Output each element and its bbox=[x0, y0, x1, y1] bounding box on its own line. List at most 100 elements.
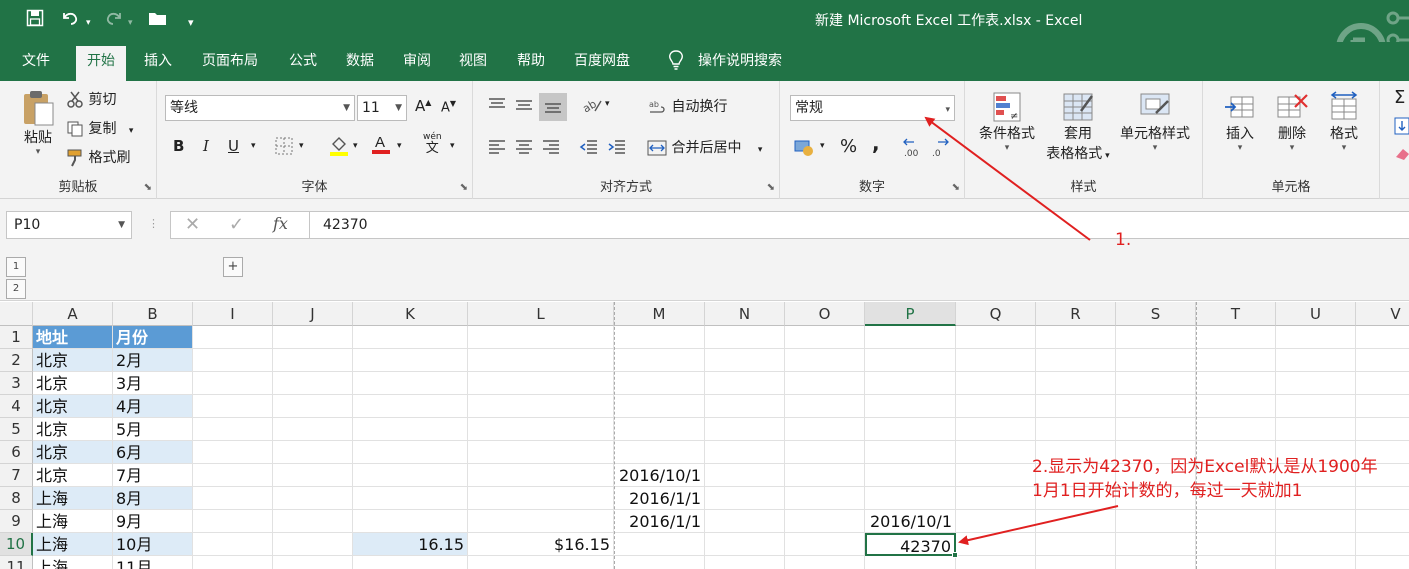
cell-k1[interactable] bbox=[353, 326, 468, 349]
cell-u9[interactable] bbox=[1276, 510, 1356, 533]
cell-s11[interactable] bbox=[1116, 556, 1196, 569]
cell-q9[interactable] bbox=[956, 510, 1036, 533]
cell-u1[interactable] bbox=[1276, 326, 1356, 349]
cell-i6[interactable] bbox=[193, 441, 273, 464]
insert-cells-button[interactable]: 插入 ▾ bbox=[1217, 91, 1263, 153]
cell-i3[interactable] bbox=[193, 372, 273, 395]
cell-j8[interactable] bbox=[273, 487, 353, 510]
decrease-indent-icon[interactable] bbox=[579, 137, 599, 161]
cell-j10[interactable] bbox=[273, 533, 353, 556]
enter-icon[interactable]: ✓ bbox=[229, 214, 244, 235]
cell-t5[interactable] bbox=[1196, 418, 1276, 441]
insert-cells-dropdown-icon[interactable]: ▾ bbox=[1217, 143, 1263, 153]
column-header-p[interactable]: P bbox=[865, 302, 956, 326]
align-left-icon[interactable] bbox=[487, 137, 507, 161]
cell-n3[interactable] bbox=[705, 372, 785, 395]
alignment-launcher-icon[interactable]: ⬊ bbox=[767, 182, 775, 193]
align-right-icon[interactable] bbox=[541, 137, 561, 161]
cell-t3[interactable] bbox=[1196, 372, 1276, 395]
cell-m7[interactable]: 2016/10/1 bbox=[614, 464, 705, 487]
cell-p11[interactable] bbox=[865, 556, 956, 569]
column-header-u[interactable]: U bbox=[1276, 302, 1356, 326]
cell-v4[interactable] bbox=[1356, 395, 1409, 418]
outline-level-1-button[interactable]: 1 bbox=[6, 257, 26, 277]
copy-button[interactable]: 复制 ▾ bbox=[66, 118, 133, 138]
cell-r1[interactable] bbox=[1036, 326, 1116, 349]
cell-k7[interactable] bbox=[353, 464, 468, 487]
cell-b1[interactable]: 月份 bbox=[113, 326, 193, 349]
cell-b11[interactable]: 11月 bbox=[113, 556, 193, 569]
copy-dropdown-icon[interactable]: ▾ bbox=[129, 126, 134, 136]
row-header-6[interactable]: 6 bbox=[0, 441, 33, 464]
wrap-text-button[interactable]: ab 自动换行 bbox=[649, 96, 727, 116]
cell-l8[interactable] bbox=[468, 487, 614, 510]
align-middle-icon[interactable] bbox=[514, 95, 534, 119]
column-header-n[interactable]: N bbox=[705, 302, 785, 326]
cell-k6[interactable] bbox=[353, 441, 468, 464]
cell-u5[interactable] bbox=[1276, 418, 1356, 441]
row-header-3[interactable]: 3 bbox=[0, 372, 33, 395]
cell-o4[interactable] bbox=[785, 395, 865, 418]
align-top-icon[interactable] bbox=[487, 95, 507, 119]
merge-dropdown-icon[interactable]: ▾ bbox=[758, 145, 763, 155]
cell-k9[interactable] bbox=[353, 510, 468, 533]
worksheet-grid[interactable]: A B I J K L M N O P Q R S T U V 1 地址 月份 2 北京 2月 3 北京 3月 4 北京 4月 5 北京 5… bbox=[0, 302, 1409, 569]
align-center-icon[interactable] bbox=[514, 137, 534, 161]
cell-l5[interactable] bbox=[468, 418, 614, 441]
cell-s1[interactable] bbox=[1116, 326, 1196, 349]
row-header-9[interactable]: 9 bbox=[0, 510, 33, 533]
cell-b10[interactable]: 10月 bbox=[113, 533, 193, 556]
number-launcher-icon[interactable]: ⬊ bbox=[952, 182, 960, 193]
tab-page-layout[interactable]: 页面布局 bbox=[196, 50, 264, 81]
tab-data[interactable]: 数据 bbox=[340, 50, 380, 81]
format-cells-button[interactable]: 格式 ▾ bbox=[1321, 91, 1367, 153]
cell-s9[interactable] bbox=[1116, 510, 1196, 533]
borders-icon[interactable] bbox=[275, 137, 293, 159]
name-box-dropdown-icon[interactable]: ▼ bbox=[118, 212, 125, 238]
comma-style-button[interactable]: , bbox=[872, 131, 880, 155]
cell-r11[interactable] bbox=[1036, 556, 1116, 569]
cell-v10[interactable] bbox=[1356, 533, 1409, 556]
cell-i1[interactable] bbox=[193, 326, 273, 349]
conditional-dropdown-icon[interactable]: ▾ bbox=[975, 143, 1039, 153]
cell-q11[interactable] bbox=[956, 556, 1036, 569]
cell-o10[interactable] bbox=[785, 533, 865, 556]
fill-icon[interactable] bbox=[1394, 117, 1409, 139]
cell-n11[interactable] bbox=[705, 556, 785, 569]
cell-j4[interactable] bbox=[273, 395, 353, 418]
cell-l3[interactable] bbox=[468, 372, 614, 395]
cell-i9[interactable] bbox=[193, 510, 273, 533]
cell-r9[interactable] bbox=[1036, 510, 1116, 533]
cell-q1[interactable] bbox=[956, 326, 1036, 349]
tab-file[interactable]: 文件 bbox=[16, 50, 56, 81]
tell-me-search[interactable]: 操作说明搜索 bbox=[692, 50, 788, 81]
row-header-8[interactable]: 8 bbox=[0, 487, 33, 510]
cell-m1[interactable] bbox=[614, 326, 705, 349]
cell-k11[interactable] bbox=[353, 556, 468, 569]
cell-o8[interactable] bbox=[785, 487, 865, 510]
phonetic-guide-icon[interactable]: wén 文 bbox=[423, 133, 442, 156]
number-format-select[interactable]: 常规 ▾ bbox=[790, 95, 955, 121]
active-cell-p10[interactable]: 42370 bbox=[865, 533, 956, 556]
cell-n7[interactable] bbox=[705, 464, 785, 487]
increase-indent-icon[interactable] bbox=[607, 137, 627, 161]
cell-j5[interactable] bbox=[273, 418, 353, 441]
cell-o2[interactable] bbox=[785, 349, 865, 372]
cell-n1[interactable] bbox=[705, 326, 785, 349]
format-as-table-dropdown-icon[interactable]: ▾ bbox=[1102, 151, 1110, 161]
redo-dropdown-icon[interactable]: ▾ bbox=[128, 12, 133, 34]
cell-l9[interactable] bbox=[468, 510, 614, 533]
cell-p3[interactable] bbox=[865, 372, 956, 395]
row-header-1[interactable]: 1 bbox=[0, 326, 33, 349]
cell-b6[interactable]: 6月 bbox=[113, 441, 193, 464]
row-header-11[interactable]: 11 bbox=[0, 556, 33, 569]
cell-m11[interactable] bbox=[614, 556, 705, 569]
cell-a5[interactable]: 北京 bbox=[33, 418, 113, 441]
cell-a2[interactable]: 北京 bbox=[33, 349, 113, 372]
column-header-l[interactable]: L bbox=[468, 302, 614, 326]
cell-m9[interactable]: 2016/1/1 bbox=[614, 510, 705, 533]
row-header-5[interactable]: 5 bbox=[0, 418, 33, 441]
cell-styles-dropdown-icon[interactable]: ▾ bbox=[1115, 143, 1195, 153]
column-header-b[interactable]: B bbox=[113, 302, 193, 326]
cell-p5[interactable] bbox=[865, 418, 956, 441]
